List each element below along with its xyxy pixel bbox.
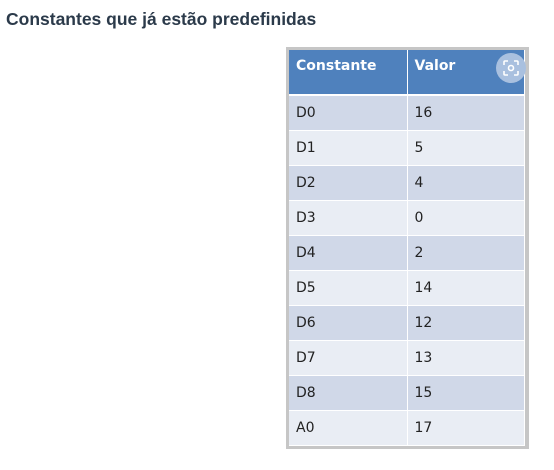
constant-name-cell: D0 (289, 95, 408, 131)
header-constante: Constante (289, 50, 408, 96)
table-row: D2 4 (289, 165, 525, 201)
constant-value-cell: 16 (407, 95, 525, 131)
constant-value-cell: 0 (407, 200, 525, 236)
constant-value-cell: 5 (407, 130, 525, 166)
constants-table: Constante Valor D0 16 D1 5 D2 4 D3 0 D4 2 D5 14 D6 12… (289, 50, 525, 446)
table-row: D1 5 (289, 130, 525, 166)
table-row: D7 13 (289, 340, 525, 376)
constant-value-cell: 12 (407, 305, 525, 341)
constant-name-cell: D2 (289, 165, 408, 201)
constant-value-cell: 4 (407, 165, 525, 201)
constant-name-cell: D1 (289, 130, 408, 166)
table-row: D5 14 (289, 270, 525, 306)
constant-name-cell: D5 (289, 270, 408, 306)
table-row: A0 17 (289, 410, 525, 446)
constant-value-cell: 14 (407, 270, 525, 306)
constant-name-cell: D3 (289, 200, 408, 236)
constant-name-cell: D8 (289, 375, 408, 411)
constants-table-image: Constante Valor D0 16 D1 5 D2 4 D3 0 D4 2 D5 14 D6 12… (286, 47, 529, 449)
table-row: D0 16 (289, 95, 525, 131)
table-row: D6 12 (289, 305, 525, 341)
table-row: D3 0 (289, 200, 525, 236)
constant-value-cell: 13 (407, 340, 525, 376)
constant-name-cell: D6 (289, 305, 408, 341)
visual-search-icon (503, 60, 519, 76)
constant-name-cell: D4 (289, 235, 408, 271)
constant-name-cell: D7 (289, 340, 408, 376)
constant-name-cell: A0 (289, 410, 408, 446)
section-title: Constantes que já estão predefinidas (6, 9, 317, 29)
constant-value-cell: 17 (407, 410, 525, 446)
constant-value-cell: 2 (407, 235, 525, 271)
table-row: D8 15 (289, 375, 525, 411)
constant-value-cell: 15 (407, 375, 525, 411)
table-row: D4 2 (289, 235, 525, 271)
visual-search-button[interactable] (496, 53, 526, 83)
